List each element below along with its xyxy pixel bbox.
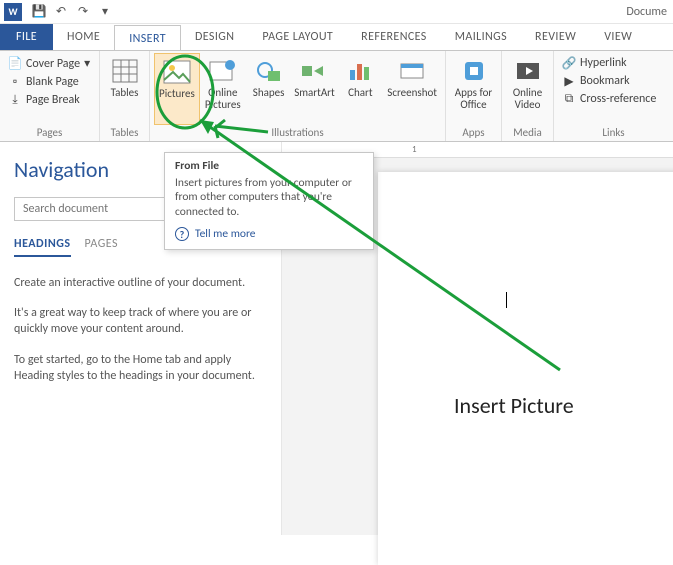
nav-tip-1: Create an interactive outline of your do…: [14, 275, 267, 291]
online-pictures-button[interactable]: Online Pictures: [200, 53, 246, 125]
ruler-tick-1: 1: [412, 144, 417, 155]
group-illustrations-label: Illustrations: [154, 126, 441, 141]
blank-page-button[interactable]: ▫ Blank Page: [6, 74, 92, 90]
bookmark-button[interactable]: ▶ Bookmark: [560, 73, 658, 89]
screenshot-icon: [396, 57, 428, 85]
video-icon: [512, 57, 544, 85]
page-break-label: Page Break: [26, 93, 80, 107]
video-label: Online Video: [513, 87, 542, 111]
tell-me-more-label: Tell me more: [195, 227, 256, 241]
blank-page-label: Blank Page: [26, 75, 79, 89]
nav-tip-3: To get started, go to the Home tab and a…: [14, 352, 267, 384]
tab-mailings[interactable]: MAILINGS: [441, 24, 521, 50]
apps-label: Apps for Office: [455, 87, 492, 111]
online-video-button[interactable]: Online Video: [506, 53, 549, 125]
redo-button[interactable]: ↷: [72, 1, 94, 23]
crossref-button[interactable]: ⧉ Cross-reference: [560, 91, 658, 107]
pictures-icon: [161, 58, 193, 86]
cover-page-icon: 📄: [8, 57, 22, 71]
ribbon: 📄Cover Page ▾ ▫Blank Page ⤓Page Break Pa…: [0, 50, 673, 142]
save-icon: 💾: [32, 4, 47, 19]
bookmark-icon: ▶: [562, 74, 576, 88]
cover-page-label: Cover Page: [26, 57, 80, 71]
screenshot-button[interactable]: Screenshot: [383, 53, 441, 125]
quick-access-toolbar: W 💾 ↶ ↷ ▾ Docume: [0, 0, 673, 24]
chart-label: Chart: [348, 87, 372, 99]
nav-tip: Create an interactive outline of your do…: [14, 275, 267, 384]
page-break-icon: ⤓: [8, 93, 22, 107]
crossref-label: Cross-reference: [580, 92, 656, 106]
apps-office-button[interactable]: Apps for Office: [450, 53, 497, 125]
text-cursor: [506, 292, 507, 308]
bookmark-label: Bookmark: [580, 74, 630, 88]
tooltip-body: Insert pictures from your computer or fr…: [175, 176, 363, 219]
chevron-down-icon: ▾: [102, 4, 108, 19]
nav-tab-pages[interactable]: PAGES: [85, 237, 119, 257]
tell-me-more-link[interactable]: ? Tell me more: [175, 227, 363, 241]
ribbon-tabs: FILE HOME INSERT DESIGN PAGE LAYOUT REFE…: [0, 24, 673, 50]
cover-page-button[interactable]: 📄Cover Page ▾: [6, 55, 92, 72]
online-pictures-icon: [207, 57, 239, 85]
tab-review[interactable]: REVIEW: [521, 24, 590, 50]
shapes-icon: [253, 57, 285, 85]
blank-page-icon: ▫: [8, 75, 22, 89]
nav-tab-headings[interactable]: HEADINGS: [14, 237, 71, 257]
tab-references[interactable]: REFERENCES: [347, 24, 441, 50]
group-apps-label: Apps: [450, 126, 497, 141]
pictures-label: Pictures: [159, 88, 195, 100]
undo-button[interactable]: ↶: [50, 1, 72, 23]
smartart-label: SmartArt: [294, 87, 335, 99]
tab-design[interactable]: DESIGN: [181, 24, 248, 50]
tab-page-layout[interactable]: PAGE LAYOUT: [248, 24, 347, 50]
redo-icon: ↷: [78, 4, 88, 19]
pictures-button[interactable]: Pictures: [154, 53, 200, 125]
document-page[interactable]: Insert Picture: [378, 172, 673, 565]
undo-icon: ↶: [56, 4, 66, 19]
page-break-button[interactable]: ⤓ Page Break: [6, 92, 92, 108]
nav-tip-2: It's a great way to keep track of where …: [14, 305, 267, 337]
annotation-text: Insert Picture: [454, 392, 574, 419]
chart-button[interactable]: Chart: [337, 53, 383, 125]
group-tables-label: Tables: [104, 126, 145, 141]
shapes-button[interactable]: Shapes: [246, 53, 292, 125]
smartart-button[interactable]: SmartArt: [292, 53, 338, 125]
tab-view[interactable]: VIEW: [590, 24, 646, 50]
online-pictures-label: Online Pictures: [205, 87, 241, 111]
screenshot-label: Screenshot: [387, 87, 437, 99]
tab-home[interactable]: HOME: [53, 24, 114, 50]
crossref-icon: ⧉: [562, 92, 576, 106]
word-app-icon: W: [4, 3, 22, 21]
help-icon: ?: [175, 227, 189, 241]
tables-label: Tables: [111, 87, 139, 99]
hyperlink-icon: 🔗: [562, 56, 576, 70]
hyperlink-button[interactable]: 🔗 Hyperlink: [560, 55, 658, 71]
smartart-icon: [298, 57, 330, 85]
hyperlink-label: Hyperlink: [580, 56, 627, 70]
tab-insert[interactable]: INSERT: [114, 25, 181, 51]
chart-icon: [344, 57, 376, 85]
apps-icon: [458, 57, 490, 85]
group-pages-label: Pages: [4, 126, 95, 141]
tooltip-title: From File: [175, 159, 363, 173]
tables-button[interactable]: Tables: [104, 53, 145, 125]
group-media-label: Media: [506, 126, 549, 141]
window-title: Docume: [626, 5, 669, 19]
group-links-label: Links: [558, 126, 669, 141]
pictures-tooltip: From File Insert pictures from your comp…: [164, 152, 374, 250]
qat-customize[interactable]: ▾: [94, 1, 116, 23]
table-icon: [109, 57, 141, 85]
save-button[interactable]: 💾: [28, 1, 50, 23]
tab-file[interactable]: FILE: [0, 24, 53, 50]
shapes-label: Shapes: [253, 87, 285, 99]
